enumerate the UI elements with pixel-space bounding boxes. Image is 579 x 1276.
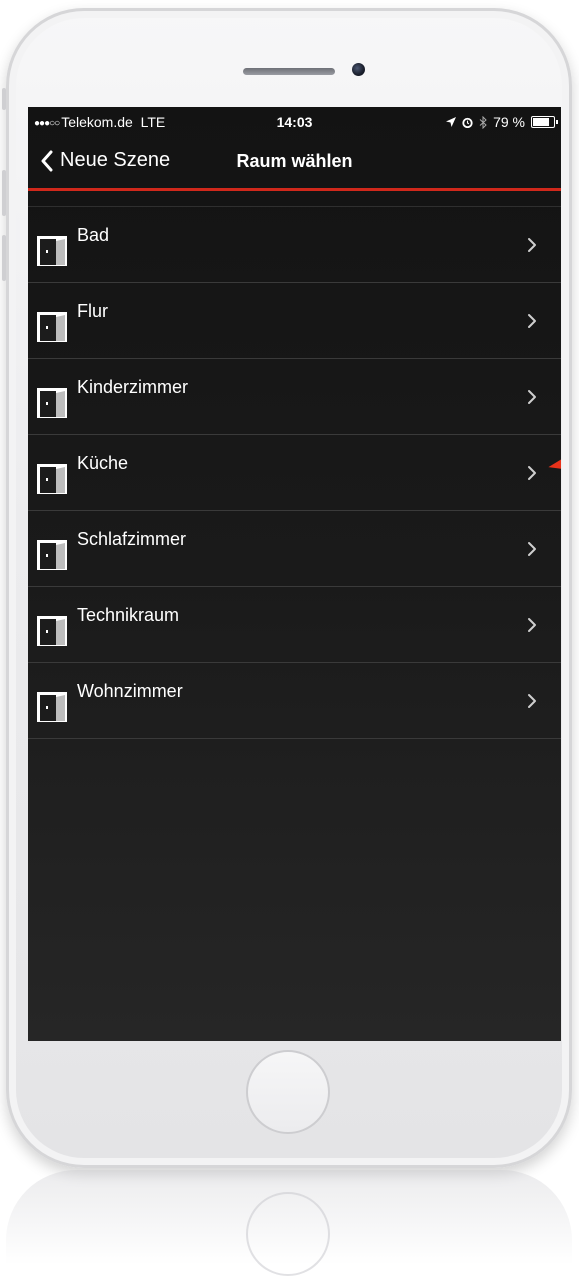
chevron-right-icon	[528, 618, 536, 632]
door-icon	[37, 540, 67, 570]
status-indicators: 79 %	[446, 114, 558, 130]
room-list-item[interactable]: Schlafzimmer	[28, 511, 561, 587]
earpiece-speaker	[243, 68, 335, 75]
room-list-item[interactable]: Küche	[28, 435, 561, 511]
door-icon	[37, 464, 67, 494]
alarm-icon	[462, 117, 473, 128]
location-arrow-icon	[446, 117, 457, 127]
room-list: Bad Flur Kinderzimmer Küche Schlafzimmer Tech…	[28, 207, 561, 739]
chevron-right-icon	[528, 466, 536, 480]
room-list-item[interactable]: Bad	[28, 207, 561, 283]
app-screen: ●●●○○ Telekom.de LTE 14:03 79 % Neue Szen…	[28, 107, 561, 1041]
door-icon	[37, 616, 67, 646]
room-label: Technikraum	[77, 605, 180, 625]
chevron-right-icon	[528, 694, 536, 708]
room-label: Flur	[77, 301, 108, 321]
battery-percent: 79 %	[493, 114, 525, 130]
volume-down-button	[2, 235, 6, 281]
front-camera	[352, 63, 365, 76]
home-button-reflection	[246, 1192, 330, 1276]
door-icon	[37, 236, 67, 266]
bluetooth-icon	[479, 115, 487, 129]
chevron-right-icon	[528, 542, 536, 556]
room-list-item[interactable]: Technikraum	[28, 587, 561, 663]
door-icon	[37, 692, 67, 722]
room-label: Küche	[77, 453, 129, 473]
room-list-item[interactable]: Kinderzimmer	[28, 359, 561, 435]
battery-fill	[533, 118, 549, 126]
status-bar: ●●●○○ Telekom.de LTE 14:03 79 %	[28, 107, 561, 135]
page-title: Raum wählen	[236, 151, 353, 171]
room-label: Kinderzimmer	[77, 377, 189, 397]
accent-divider	[28, 188, 561, 191]
room-label: Bad	[77, 225, 110, 245]
room-list-item[interactable]: Wohnzimmer	[28, 663, 561, 739]
chevron-right-icon	[528, 314, 536, 328]
door-icon	[37, 312, 67, 342]
door-icon	[37, 388, 67, 418]
room-label: Schlafzimmer	[77, 529, 187, 549]
navigation-bar: Neue Szene Raum wählen	[28, 135, 561, 187]
battery-icon	[531, 116, 558, 128]
room-list-item[interactable]: Flur	[28, 283, 561, 359]
home-button[interactable]	[246, 1050, 330, 1134]
room-label: Wohnzimmer	[77, 681, 183, 701]
chevron-right-icon	[528, 238, 536, 252]
phone-reflection	[6, 1170, 572, 1276]
volume-up-button	[2, 170, 6, 216]
mute-switch	[2, 88, 6, 110]
chevron-right-icon	[528, 390, 536, 404]
